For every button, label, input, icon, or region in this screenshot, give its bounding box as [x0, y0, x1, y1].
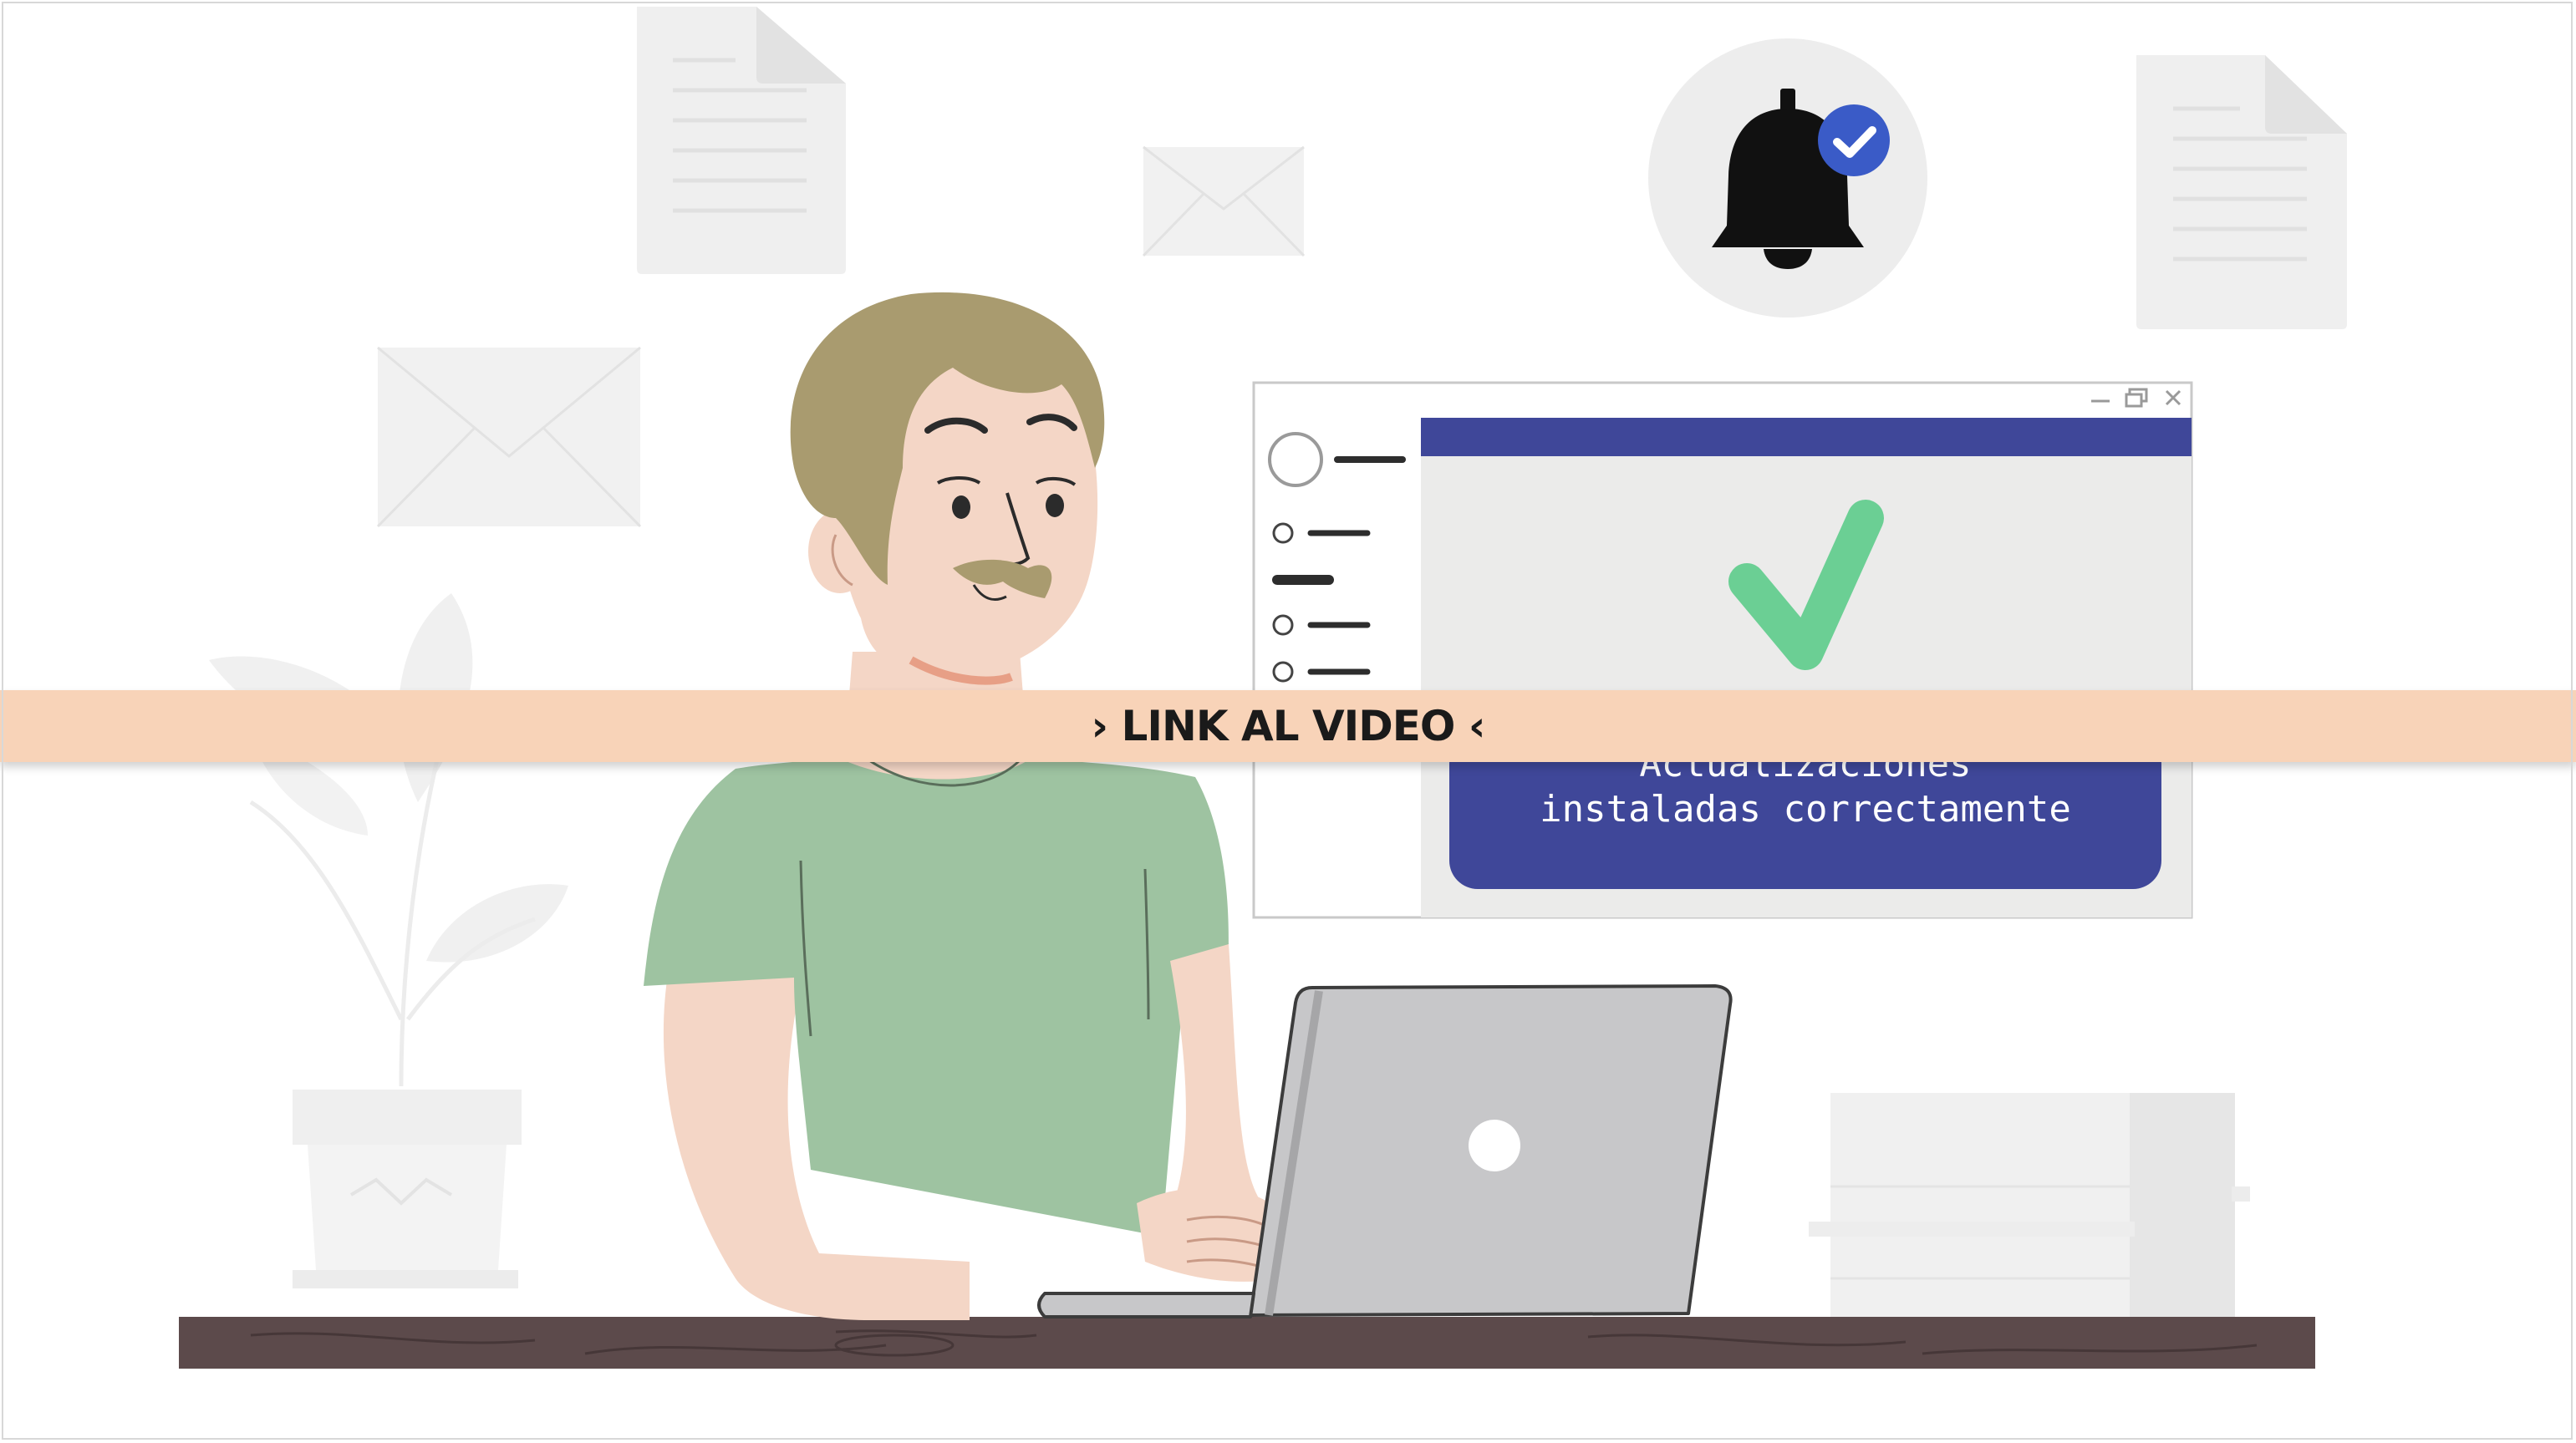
document-icon — [2136, 55, 2347, 329]
document-icon — [637, 7, 846, 274]
video-link-label[interactable]: › LINK AL VIDEO ‹ — [1092, 702, 1486, 750]
checkmark-badge-icon — [1818, 104, 1890, 176]
video-thumbnail: Actualizaciones instaladas correctamente… — [0, 0, 2576, 1443]
file-stack-illustration — [1809, 1093, 2250, 1319]
desk — [179, 1317, 2315, 1369]
update-message-line2: instaladas correctamente — [1540, 788, 2071, 831]
envelope-icon — [1142, 145, 1306, 257]
update-message: Actualizaciones instaladas correctamente — [1449, 752, 2161, 886]
window-header-bar — [1421, 418, 2192, 456]
envelope-icon — [376, 346, 642, 528]
avatar — [1268, 432, 1323, 487]
video-link-banner[interactable]: › LINK AL VIDEO ‹ — [0, 690, 2576, 762]
person-illustration — [644, 292, 1295, 1320]
notification — [1648, 38, 1927, 318]
